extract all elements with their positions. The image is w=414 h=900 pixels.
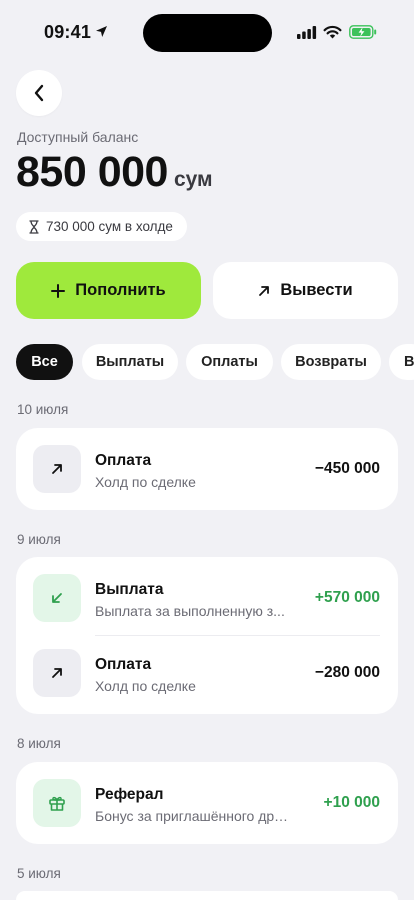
transaction-row[interactable]: Выплата Выплата за выполненную з... +570… <box>16 559 398 637</box>
back-button[interactable] <box>16 70 62 116</box>
transaction-subtitle: Бонус за приглашённого друга <box>95 808 290 824</box>
transaction-card <box>16 891 398 900</box>
transaction-title: Реферал <box>95 786 164 803</box>
balance-amount: 850 000 <box>16 148 168 196</box>
withdraw-label: Вывести <box>280 281 353 299</box>
topup-label: Пополнить <box>75 281 166 299</box>
transaction-card: Оплата Холд по сделке −450 000 <box>16 428 398 510</box>
gift-icon <box>49 796 65 811</box>
transaction-amount: −280 000 <box>314 664 380 681</box>
cellular-signal-icon <box>297 26 317 39</box>
balance-label: Доступный баланс <box>17 129 139 145</box>
hold-text: 730 000 сум в холде <box>46 219 173 234</box>
arrow-up-right-icon <box>259 285 270 296</box>
transaction-title: Оплата <box>95 656 152 673</box>
transaction-subtitle: Холд по сделке <box>95 678 196 694</box>
transaction-card: Реферал Бонус за приглашённого друга +10… <box>16 762 398 844</box>
filter-chip-refunds[interactable]: Возвраты <box>281 344 381 380</box>
transaction-subtitle: Выплата за выполненную з... <box>95 603 285 619</box>
arrow-up-right-icon <box>52 464 62 474</box>
status-bar: 09:41 <box>0 0 414 62</box>
status-time: 09:41 <box>44 22 92 42</box>
balance-currency: сум <box>173 168 213 191</box>
filter-chip-more[interactable]: В <box>389 344 414 380</box>
withdraw-button[interactable]: Вывести <box>213 262 398 319</box>
chevron-left-icon <box>34 84 44 102</box>
date-label: 10 июля <box>17 402 69 417</box>
battery-charging-icon <box>349 25 377 39</box>
transaction-amount: +570 000 <box>314 589 380 606</box>
transaction-row[interactable]: Реферал Бонус за приглашённого друга +10… <box>16 764 398 842</box>
filter-chip-payments[interactable]: Оплаты <box>186 344 273 380</box>
wifi-icon <box>323 25 342 39</box>
transaction-icon-box <box>33 649 81 697</box>
topup-button[interactable]: Пополнить <box>16 262 201 319</box>
balance-display: 850 000 сум <box>16 148 213 197</box>
location-arrow-icon <box>96 26 107 37</box>
hourglass-icon <box>29 219 39 234</box>
plus-icon <box>51 283 66 298</box>
transaction-subtitle: Холд по сделке <box>95 474 196 490</box>
transaction-amount: −450 000 <box>314 460 380 477</box>
filter-chip-payouts[interactable]: Выплаты <box>82 344 178 380</box>
arrow-down-left-icon <box>52 593 62 603</box>
date-label: 5 июля <box>17 866 61 881</box>
filter-chips: Все Выплаты Оплаты Возвраты В <box>16 344 414 380</box>
filter-chip-all[interactable]: Все <box>16 344 73 380</box>
hold-badge: 730 000 сум в холде <box>16 212 187 241</box>
transaction-title: Выплата <box>95 581 164 598</box>
transaction-row[interactable]: Оплата Холд по сделке −450 000 <box>16 430 398 508</box>
arrow-up-right-icon <box>52 668 62 678</box>
date-label: 9 июля <box>17 532 61 547</box>
transaction-title: Оплата <box>95 452 152 469</box>
transaction-icon-box <box>33 574 81 622</box>
transaction-amount: +10 000 <box>323 794 380 811</box>
transaction-icon-box <box>33 779 81 827</box>
transaction-card: Выплата Выплата за выполненную з... +570… <box>16 557 398 714</box>
transaction-icon-box <box>33 445 81 493</box>
transaction-row[interactable]: Оплата Холд по сделке −280 000 <box>16 634 398 712</box>
date-label: 8 июля <box>17 736 61 751</box>
dynamic-island <box>143 14 272 52</box>
